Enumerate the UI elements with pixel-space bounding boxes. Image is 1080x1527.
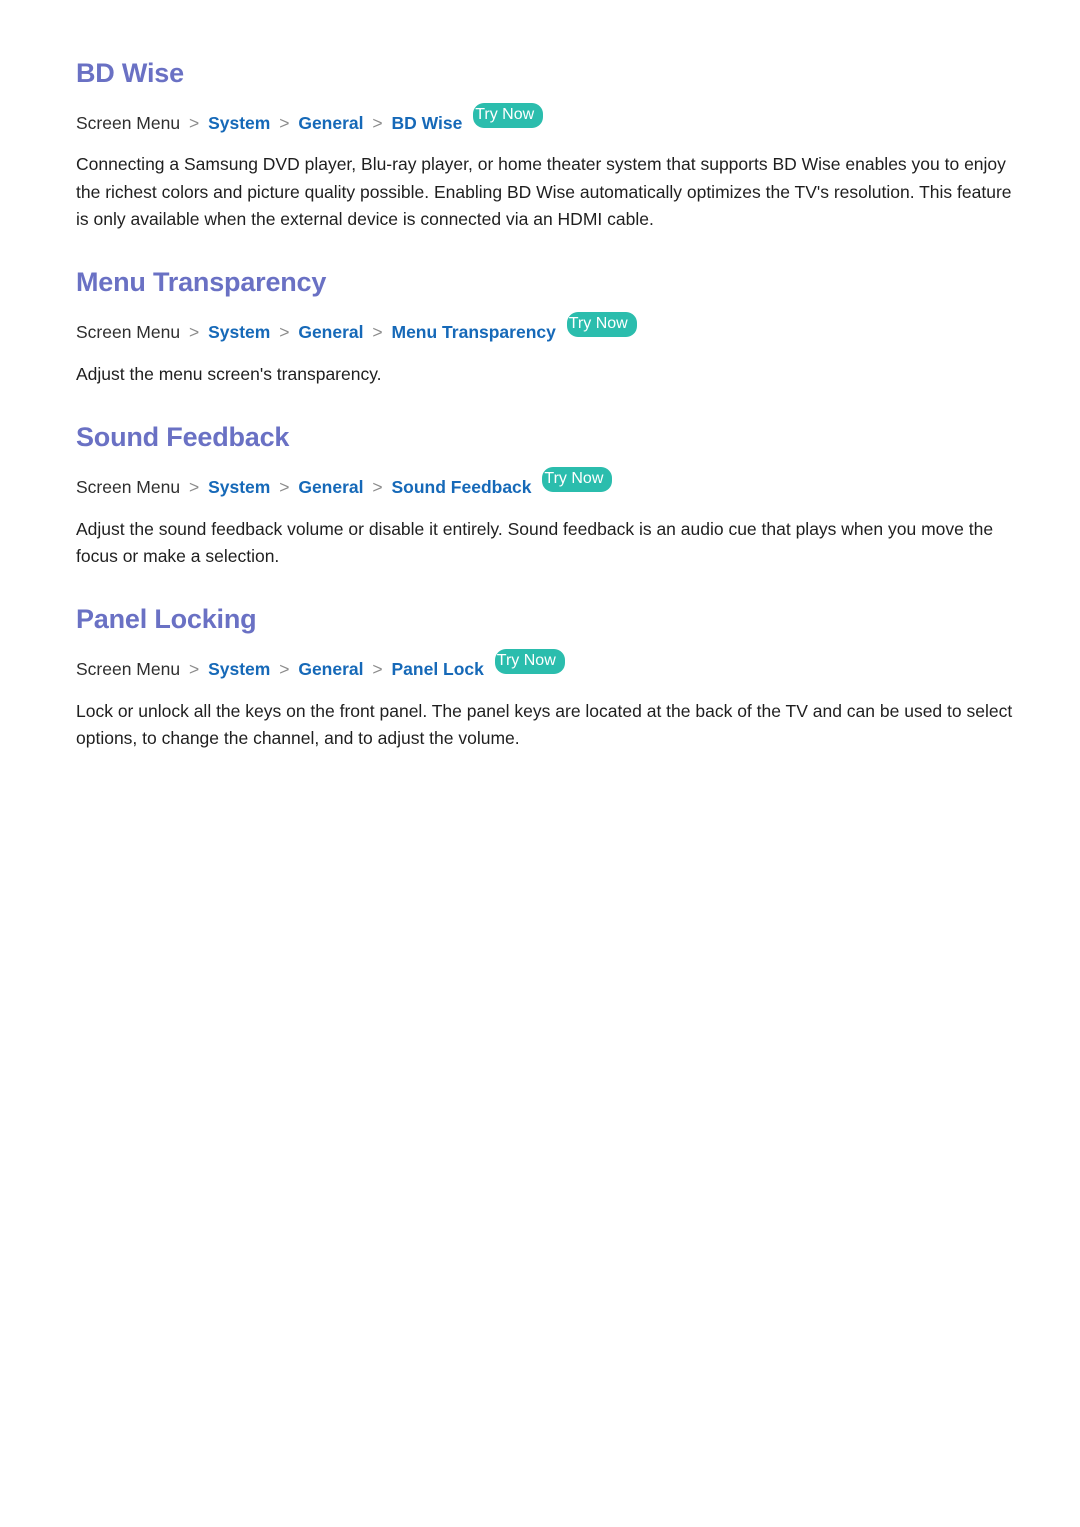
section-body: Adjust the sound feedback volume or disa… xyxy=(76,518,994,566)
breadcrumb-link-system[interactable]: System xyxy=(208,322,270,342)
section-body: Adjust the menu screen's transparency. xyxy=(76,363,382,384)
breadcrumb-separator-icon: > xyxy=(279,112,290,133)
breadcrumb-separator-icon: > xyxy=(188,477,200,498)
breadcrumb-link-leaf[interactable]: Sound Feedback xyxy=(392,477,532,497)
try-now-badge[interactable]: Try Now xyxy=(566,312,637,338)
breadcrumb-link-leaf[interactable]: BD Wise xyxy=(392,113,463,133)
breadcrumb-separator-icon: > xyxy=(188,322,200,343)
try-now-badge[interactable]: Try Now xyxy=(494,649,565,675)
breadcrumb-separator-icon: > xyxy=(372,477,383,498)
breadcrumb-root: Screen Menu xyxy=(76,322,181,343)
breadcrumb-link-general[interactable]: General xyxy=(298,477,363,497)
breadcrumb: Screen Menu > System > General > Sound F… xyxy=(76,467,1020,500)
try-now-badge[interactable]: Try Now xyxy=(542,467,613,493)
page-title: Panel Locking xyxy=(76,604,257,635)
section-panel-locking: Panel Locking Screen Menu > System > Gen… xyxy=(76,604,1020,752)
breadcrumb-separator-icon: > xyxy=(279,477,290,498)
breadcrumb: Screen Menu > System > General > BD Wise… xyxy=(76,102,1020,136)
document-page: BD Wise Screen Menu > System > General >… xyxy=(0,0,1080,1527)
breadcrumb-link-general[interactable]: General xyxy=(298,659,363,679)
section-body: Connecting a Samsung DVD player, Blu-ray… xyxy=(76,154,1012,230)
breadcrumb-root: Screen Menu xyxy=(76,112,181,133)
breadcrumb-separator-icon: > xyxy=(372,659,383,680)
page-title: Sound Feedback xyxy=(76,422,290,453)
section-bd-wise: BD Wise Screen Menu > System > General >… xyxy=(76,58,1020,233)
breadcrumb-separator-icon: > xyxy=(279,322,290,343)
breadcrumb-root: Screen Menu xyxy=(76,659,181,680)
breadcrumb-separator-icon: > xyxy=(372,322,383,343)
try-now-badge[interactable]: Try Now xyxy=(473,102,544,128)
breadcrumb-separator-icon: > xyxy=(279,659,290,680)
breadcrumb-link-leaf[interactable]: Menu Transparency xyxy=(392,322,556,342)
breadcrumb-link-system[interactable]: System xyxy=(208,477,270,497)
breadcrumb-separator-icon: > xyxy=(188,659,200,680)
breadcrumb-link-leaf[interactable]: Panel Lock xyxy=(392,659,484,679)
breadcrumb-root: Screen Menu xyxy=(76,477,181,498)
breadcrumb: Screen Menu > System > General > Menu Tr… xyxy=(76,312,1020,345)
breadcrumb-separator-icon: > xyxy=(372,112,383,133)
breadcrumb-link-general[interactable]: General xyxy=(298,322,363,342)
breadcrumb-separator-icon: > xyxy=(188,112,200,133)
breadcrumb: Screen Menu > System > General > Panel L… xyxy=(76,649,1020,682)
section-body: Lock or unlock all the keys on the front… xyxy=(76,700,1013,749)
section-sound-feedback: Sound Feedback Screen Menu > System > Ge… xyxy=(76,422,1020,570)
section-menu-transparency: Menu Transparency Screen Menu > System >… xyxy=(76,267,1020,388)
breadcrumb-link-system[interactable]: System xyxy=(208,659,270,679)
page-title: BD Wise xyxy=(76,58,184,88)
page-title: Menu Transparency xyxy=(76,267,327,298)
breadcrumb-link-system[interactable]: System xyxy=(208,113,270,133)
breadcrumb-link-general[interactable]: General xyxy=(298,113,363,133)
